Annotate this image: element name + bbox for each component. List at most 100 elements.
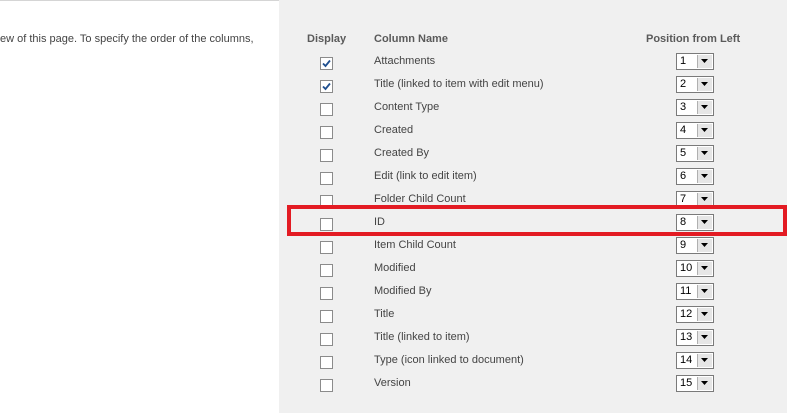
position-select[interactable]: 14 <box>676 352 714 369</box>
position-value: 8 <box>680 216 687 228</box>
column-name: Attachments <box>374 55 436 67</box>
position-select[interactable]: 15 <box>676 375 714 392</box>
chevron-down-icon <box>701 243 708 247</box>
dropdown-button[interactable] <box>697 331 712 344</box>
chevron-down-icon <box>701 174 708 178</box>
column-name: Created <box>374 124 414 136</box>
column-name: Title (linked to item) <box>374 331 470 343</box>
display-checkbox[interactable] <box>320 195 333 208</box>
left-pane <box>0 0 279 413</box>
column-name: Modified By <box>374 285 432 297</box>
table-row: Version 15 <box>279 375 787 398</box>
position-select[interactable]: 11 <box>676 283 714 300</box>
display-checkbox[interactable] <box>320 356 333 369</box>
position-select[interactable]: 13 <box>676 329 714 346</box>
checkmark-icon <box>322 82 331 91</box>
position-select[interactable]: 10 <box>676 260 714 277</box>
position-select[interactable]: 5 <box>676 145 714 162</box>
chevron-down-icon <box>701 312 708 316</box>
display-checkbox[interactable] <box>320 172 333 185</box>
column-name: Item Child Count <box>374 239 456 251</box>
position-value: 2 <box>680 78 687 90</box>
position-value: 7 <box>680 193 687 205</box>
dropdown-button[interactable] <box>697 55 712 68</box>
table-row: Title (linked to item) 13 <box>279 329 787 352</box>
display-checkbox[interactable] <box>320 57 333 70</box>
column-name: ID <box>374 216 385 228</box>
column-name: Type (icon linked to document) <box>374 354 524 366</box>
dropdown-button[interactable] <box>697 193 712 206</box>
divider <box>0 0 279 1</box>
position-select[interactable]: 3 <box>676 99 714 116</box>
position-value: 12 <box>680 308 693 320</box>
position-value: 11 <box>680 285 692 297</box>
chevron-down-icon <box>701 105 708 109</box>
display-checkbox[interactable] <box>320 149 333 162</box>
column-name: Title (linked to item with edit menu) <box>374 78 544 90</box>
dropdown-button[interactable] <box>697 262 712 275</box>
display-checkbox[interactable] <box>320 310 333 323</box>
table-row: Modified By 11 <box>279 283 787 306</box>
chevron-down-icon <box>701 381 708 385</box>
dropdown-button[interactable] <box>697 216 712 229</box>
column-name: Title <box>374 308 395 320</box>
chevron-down-icon <box>701 358 708 362</box>
table-row: Created By 5 <box>279 145 787 168</box>
display-checkbox[interactable] <box>320 126 333 139</box>
dropdown-button[interactable] <box>697 239 712 252</box>
position-select[interactable]: 1 <box>676 53 714 70</box>
column-name: Created By <box>374 147 430 159</box>
dropdown-button[interactable] <box>697 285 712 298</box>
dropdown-button[interactable] <box>697 101 712 114</box>
position-select[interactable]: 12 <box>676 306 714 323</box>
chevron-down-icon <box>701 59 708 63</box>
column-name: Edit (link to edit item) <box>374 170 477 182</box>
dropdown-button[interactable] <box>697 124 712 137</box>
dropdown-button[interactable] <box>697 354 712 367</box>
position-value: 1 <box>680 55 687 67</box>
dropdown-button[interactable] <box>697 147 712 160</box>
table-row: Type (icon linked to document) 14 <box>279 352 787 375</box>
table-row: Attachments 1 <box>279 53 787 76</box>
display-checkbox[interactable] <box>320 103 333 116</box>
header-position-from-left: Position from Left <box>646 33 741 45</box>
table-row: Folder Child Count 7 <box>279 191 787 214</box>
dropdown-button[interactable] <box>697 170 712 183</box>
dropdown-button[interactable] <box>697 308 712 321</box>
position-value: 14 <box>680 354 693 366</box>
position-select[interactable]: 7 <box>676 191 714 208</box>
column-name: Modified <box>374 262 416 274</box>
position-value: 10 <box>680 262 693 274</box>
dropdown-button[interactable] <box>697 377 712 390</box>
display-checkbox[interactable] <box>320 379 333 392</box>
description-text: ew of this page. To specify the order of… <box>0 33 254 45</box>
table-row: Item Child Count 9 <box>279 237 787 260</box>
position-value: 9 <box>680 239 687 251</box>
table-row: ID 8 <box>279 214 787 237</box>
position-select[interactable]: 9 <box>676 237 714 254</box>
chevron-down-icon <box>701 289 708 293</box>
display-checkbox[interactable] <box>320 80 333 93</box>
chevron-down-icon <box>701 197 708 201</box>
position-value: 15 <box>680 377 693 389</box>
position-select[interactable]: 4 <box>676 122 714 139</box>
table-row: Modified 10 <box>279 260 787 283</box>
position-select[interactable]: 8 <box>676 214 714 231</box>
table-row: Content Type 3 <box>279 99 787 122</box>
display-checkbox[interactable] <box>320 218 333 231</box>
display-checkbox[interactable] <box>320 241 333 254</box>
position-select[interactable]: 6 <box>676 168 714 185</box>
position-select[interactable]: 2 <box>676 76 714 93</box>
display-checkbox[interactable] <box>320 264 333 277</box>
column-name: Folder Child Count <box>374 193 466 205</box>
chevron-down-icon <box>701 128 708 132</box>
table-row: Title 12 <box>279 306 787 329</box>
table-row: Edit (link to edit item) 6 <box>279 168 787 191</box>
column-name: Content Type <box>374 101 440 113</box>
display-checkbox[interactable] <box>320 287 333 300</box>
checkmark-icon <box>322 59 331 68</box>
position-value: 5 <box>680 147 687 159</box>
header-display: Display <box>307 33 347 45</box>
dropdown-button[interactable] <box>697 78 712 91</box>
display-checkbox[interactable] <box>320 333 333 346</box>
